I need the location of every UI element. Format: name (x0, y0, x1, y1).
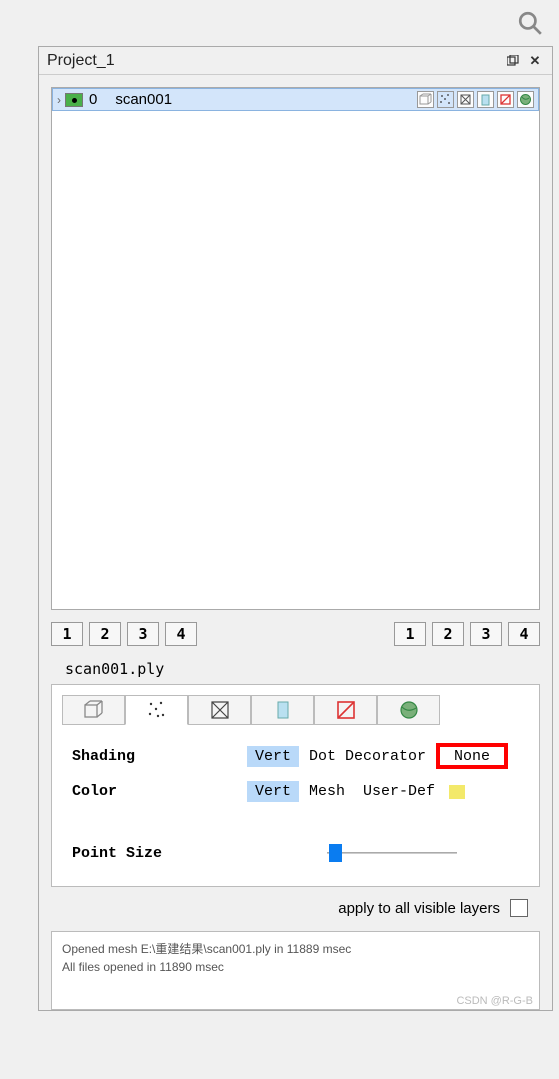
page-btn[interactable]: 1 (394, 622, 426, 646)
shading-option-vert[interactable]: Vert (247, 746, 299, 767)
page-group-left: 1 2 3 4 (51, 622, 197, 646)
page-btn[interactable]: 4 (508, 622, 540, 646)
shading-option-none[interactable]: None (446, 746, 498, 767)
search-icon[interactable] (517, 10, 543, 36)
page-btn[interactable]: 3 (127, 622, 159, 646)
smooth-icon[interactable] (497, 91, 514, 108)
point-size-slider[interactable] (327, 844, 457, 862)
close-icon[interactable]: ✕ (526, 52, 544, 70)
page-btn[interactable]: 3 (470, 622, 502, 646)
color-label: Color (72, 783, 247, 800)
apply-row: apply to all visible layers (51, 899, 528, 917)
properties-section: scan001.ply Shading Vert Dot Decorator N… (51, 658, 540, 917)
apply-label: apply to all visible layers (338, 900, 500, 917)
tab-smooth[interactable] (314, 695, 377, 725)
point-size-label: Point Size (72, 845, 247, 862)
filename-label: scan001.ply (51, 658, 540, 684)
flat-icon[interactable] (477, 91, 494, 108)
slider-track (327, 852, 457, 854)
shading-label: Shading (72, 748, 247, 765)
panel-title: Project_1 (47, 52, 500, 70)
expand-icon[interactable]: › (57, 93, 61, 107)
page-buttons: 1 2 3 4 1 2 3 4 (39, 622, 552, 652)
visibility-icon[interactable] (65, 93, 83, 107)
color-option-vert[interactable]: Vert (247, 781, 299, 802)
tab-points[interactable] (125, 695, 188, 725)
panel-header: Project_1 ✕ (39, 47, 552, 75)
slider-thumb[interactable] (329, 844, 342, 862)
points-icon[interactable] (437, 91, 454, 108)
color-row: Color Vert Mesh User-Def (62, 781, 529, 802)
log-line: All files opened in 11890 msec (62, 958, 529, 976)
tree-item-index: 0 (89, 91, 97, 108)
layer-tree[interactable]: › 0 scan001 (51, 87, 540, 610)
project-panel: Project_1 ✕ › 0 scan001 1 2 3 4 (38, 46, 553, 1011)
wireframe-icon[interactable] (457, 91, 474, 108)
page-btn[interactable]: 2 (432, 622, 464, 646)
apply-checkbox[interactable] (510, 899, 528, 917)
page-btn[interactable]: 4 (165, 622, 197, 646)
top-toolbar (0, 0, 559, 46)
tab-wireframe[interactable] (188, 695, 251, 725)
page-btn[interactable]: 2 (89, 622, 121, 646)
bbox-icon[interactable] (417, 91, 434, 108)
log-output[interactable]: Opened mesh E:\重建结果\scan001.ply in 11889… (51, 931, 540, 1010)
properties-box: Shading Vert Dot Decorator None Color Ve… (51, 684, 540, 887)
highlight-annotation: None (436, 743, 508, 769)
color-option-userdef[interactable]: User-Def (355, 781, 443, 802)
tree-row[interactable]: › 0 scan001 (52, 88, 539, 111)
color-swatch[interactable] (449, 785, 465, 799)
page-group-right: 1 2 3 4 (394, 622, 540, 646)
tab-flat[interactable] (251, 695, 314, 725)
tab-bbox[interactable] (62, 695, 125, 725)
shading-option-dot[interactable]: Dot Decorator (301, 746, 434, 767)
render-mode-icons (417, 91, 534, 108)
dock-icon[interactable] (504, 52, 522, 70)
watermark: CSDN @R-G-B (456, 995, 533, 1007)
point-size-row: Point Size (62, 844, 529, 862)
tree-item-name: scan001 (115, 91, 417, 108)
render-tabs (62, 695, 529, 725)
tab-texture[interactable] (377, 695, 440, 725)
texture-icon[interactable] (517, 91, 534, 108)
log-line: Opened mesh E:\重建结果\scan001.ply in 11889… (62, 940, 529, 958)
color-option-mesh[interactable]: Mesh (301, 781, 353, 802)
shading-row: Shading Vert Dot Decorator None (62, 743, 529, 769)
page-btn[interactable]: 1 (51, 622, 83, 646)
